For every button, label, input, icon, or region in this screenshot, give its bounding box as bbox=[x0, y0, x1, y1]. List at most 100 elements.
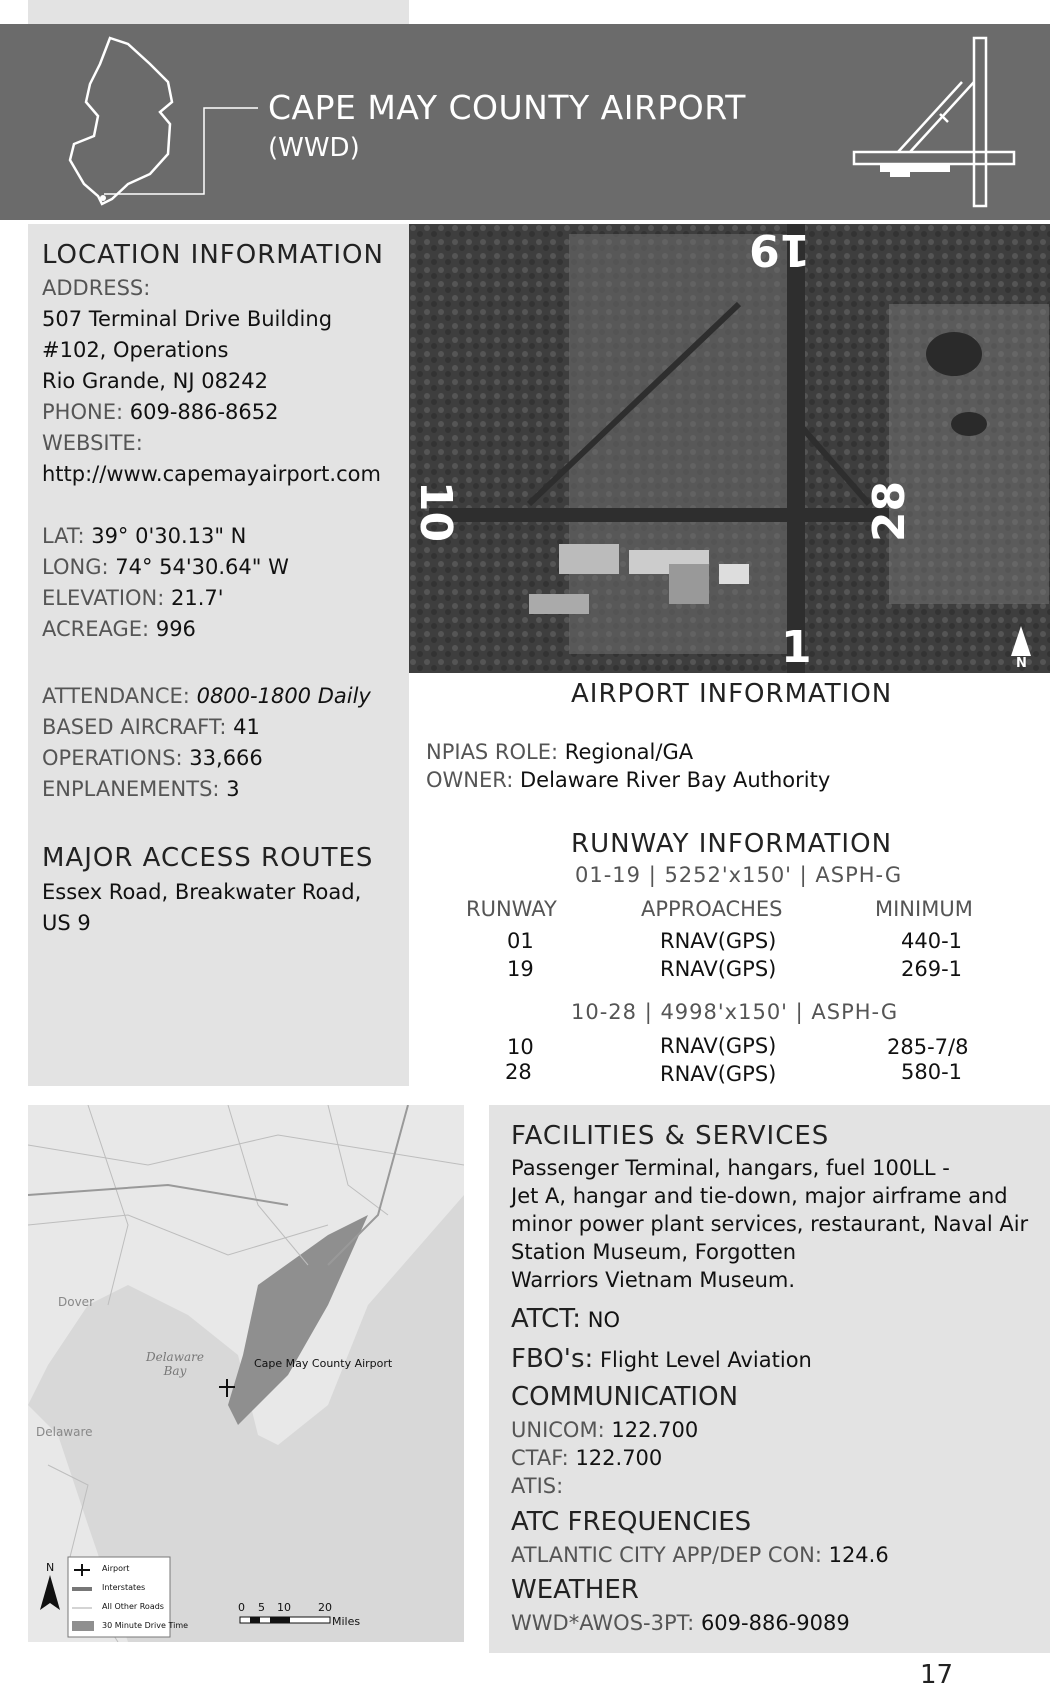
legend-airport: Airport bbox=[102, 1564, 130, 1573]
runway-label-19: 19 bbox=[749, 224, 811, 275]
address-label: ADDRESS: bbox=[42, 276, 150, 300]
attendance-label: ATTENDANCE: bbox=[42, 684, 190, 708]
attendance-value: 0800-1800 Daily bbox=[196, 684, 371, 708]
col-header-approaches: APPROACHES bbox=[641, 897, 783, 921]
approach-10: RNAV(GPS) bbox=[660, 1034, 777, 1058]
npias-row: NPIAS ROLE: Regional/GA bbox=[426, 740, 693, 764]
based-aircraft-label: BASED AIRCRAFT: bbox=[42, 715, 227, 739]
runway-label-1: 1 bbox=[781, 622, 812, 673]
atct-value: NO bbox=[587, 1308, 621, 1332]
map-place-delaware: Delaware bbox=[36, 1425, 93, 1439]
fbo-label: FBO's: bbox=[511, 1344, 594, 1374]
website-label: WEBSITE: bbox=[42, 431, 143, 455]
facilities-line-2: Jet A, hangar and tie-down, major airfra… bbox=[511, 1184, 1008, 1208]
address-label-text: ADDRESS: bbox=[42, 276, 151, 300]
operations-value: 33,666 bbox=[189, 746, 263, 770]
scale-tick-5: 5 bbox=[258, 1601, 265, 1614]
airport-info-heading: AIRPORT INFORMATION bbox=[571, 679, 893, 709]
map-place-bay: Delaware Bay bbox=[146, 1350, 204, 1378]
phone-value: 609-886-8652 bbox=[129, 400, 279, 424]
scale-tick-0: 0 bbox=[238, 1601, 245, 1614]
fbo-row: FBO's: Flight Level Aviation bbox=[511, 1344, 812, 1374]
facilities-line-5: Warriors Vietnam Museum. bbox=[511, 1268, 796, 1292]
approach-01: RNAV(GPS) bbox=[660, 929, 777, 953]
based-aircraft-value: 41 bbox=[233, 715, 260, 739]
airport-name: CAPE MAY COUNTY AIRPORT bbox=[268, 88, 746, 127]
facilities-line-4: Station Museum, Forgotten bbox=[511, 1240, 797, 1264]
atc-row: ATLANTIC CITY APP/DEP CON: 124.6 bbox=[511, 1543, 889, 1567]
attendance-row: ATTENDANCE: 0800-1800 Daily bbox=[42, 684, 371, 708]
ctaf-label: CTAF: bbox=[511, 1446, 569, 1470]
enplanements-value: 3 bbox=[226, 777, 240, 801]
aerial-photo: 19 10 28 1 N bbox=[409, 224, 1050, 673]
weather-value: 609-886-9089 bbox=[700, 1611, 850, 1635]
fbo-value: Flight Level Aviation bbox=[599, 1348, 812, 1372]
page-number: 17 bbox=[920, 1660, 954, 1690]
legend-interstates: Interstates bbox=[102, 1583, 146, 1592]
atc-heading: ATC FREQUENCIES bbox=[511, 1507, 752, 1537]
map-place-dover: Dover bbox=[58, 1295, 94, 1309]
elevation-row: ELEVATION: 21.7' bbox=[42, 586, 224, 610]
ctaf-row: CTAF: 122.700 bbox=[511, 1446, 662, 1470]
based-aircraft-row: BASED AIRCRAFT: 41 bbox=[42, 715, 260, 739]
runway-19: 19 bbox=[507, 957, 534, 981]
facilities-line-3: minor power plant services, restaurant, … bbox=[511, 1212, 1029, 1236]
elevation-value: 21.7' bbox=[171, 586, 224, 610]
atc-value: 124.6 bbox=[828, 1543, 889, 1567]
facilities-heading: FACILITIES & SERVICES bbox=[511, 1121, 830, 1151]
col-header-minimum: MINIMUM bbox=[875, 897, 973, 921]
phone-label: PHONE: bbox=[42, 400, 124, 424]
enplanements-row: ENPLANEMENTS: 3 bbox=[42, 777, 240, 801]
operations-row: OPERATIONS: 33,666 bbox=[42, 746, 263, 770]
approach-28: RNAV(GPS) bbox=[660, 1062, 777, 1086]
owner-value: Delaware River Bay Authority bbox=[519, 768, 831, 792]
enplanements-label: ENPLANEMENTS: bbox=[42, 777, 220, 801]
access-line-2: US 9 bbox=[42, 911, 91, 935]
minimum-10: 285-7/8 bbox=[887, 1035, 969, 1059]
phone-row: PHONE: 609-886-8652 bbox=[42, 400, 279, 424]
lat-row: LAT: 39° 0'30.13" N bbox=[42, 524, 246, 548]
map-airport-label: Cape May County Airport bbox=[254, 1357, 393, 1370]
weather-row: WWD*AWOS-3PT: 609-886-9089 bbox=[511, 1611, 850, 1635]
unicom-label: UNICOM: bbox=[511, 1418, 605, 1442]
atis-label: ATIS: bbox=[511, 1474, 564, 1498]
atc-label: ATLANTIC CITY APP/DEP CON: bbox=[511, 1543, 822, 1567]
minimum-01: 440-1 bbox=[901, 929, 963, 953]
npias-label: NPIAS ROLE: bbox=[426, 740, 559, 764]
long-label: LONG: bbox=[42, 555, 109, 579]
owner-row: OWNER: Delaware River Bay Authority bbox=[426, 768, 830, 792]
owner-label: OWNER: bbox=[426, 768, 514, 792]
acreage-value: 996 bbox=[155, 617, 196, 641]
atct-row: ATCT: NO bbox=[511, 1304, 620, 1334]
legend-other-roads: All Other Roads bbox=[102, 1602, 164, 1611]
acreage-label: ACREAGE: bbox=[42, 617, 150, 641]
website-link[interactable]: http://www.capemayairport.com bbox=[42, 462, 381, 486]
communication-heading: COMMUNICATION bbox=[511, 1382, 739, 1412]
map-north-label: N bbox=[46, 1561, 55, 1574]
col-header-runway: RUNWAY bbox=[466, 897, 557, 921]
aerial-image bbox=[409, 224, 1050, 673]
legend-drive-time: 30 Minute Drive Time bbox=[102, 1621, 189, 1630]
approach-19: RNAV(GPS) bbox=[660, 957, 777, 981]
address-line-1: 507 Terminal Drive Building bbox=[42, 307, 333, 331]
lat-label: LAT: bbox=[42, 524, 85, 548]
runway-10: 10 bbox=[507, 1035, 534, 1059]
location-heading: LOCATION INFORMATION bbox=[42, 240, 384, 270]
airport-code: (WWD) bbox=[268, 133, 360, 163]
atct-label: ATCT: bbox=[511, 1304, 582, 1334]
runway-01: 01 bbox=[507, 929, 534, 953]
address-line-3: Rio Grande, NJ 08242 bbox=[42, 369, 269, 393]
lat-value: 39° 0'30.13" N bbox=[91, 524, 247, 548]
weather-heading: WEATHER bbox=[511, 1575, 639, 1605]
access-heading: MAJOR ACCESS ROUTES bbox=[42, 843, 374, 873]
minimum-28: 580-1 bbox=[901, 1060, 963, 1084]
unicom-row: UNICOM: 122.700 bbox=[511, 1418, 698, 1442]
acreage-row: ACREAGE: 996 bbox=[42, 617, 196, 641]
npias-value: Regional/GA bbox=[564, 740, 694, 764]
runway-spec-2: 10-28 | 4998'x150' | ASPH-G bbox=[571, 1000, 899, 1024]
top-strip bbox=[28, 0, 409, 24]
scale-unit: Miles bbox=[332, 1615, 361, 1628]
weather-label: WWD*AWOS-3PT: bbox=[511, 1611, 695, 1635]
minimum-19: 269-1 bbox=[901, 957, 963, 981]
address-line-2: #102, Operations bbox=[42, 338, 229, 362]
